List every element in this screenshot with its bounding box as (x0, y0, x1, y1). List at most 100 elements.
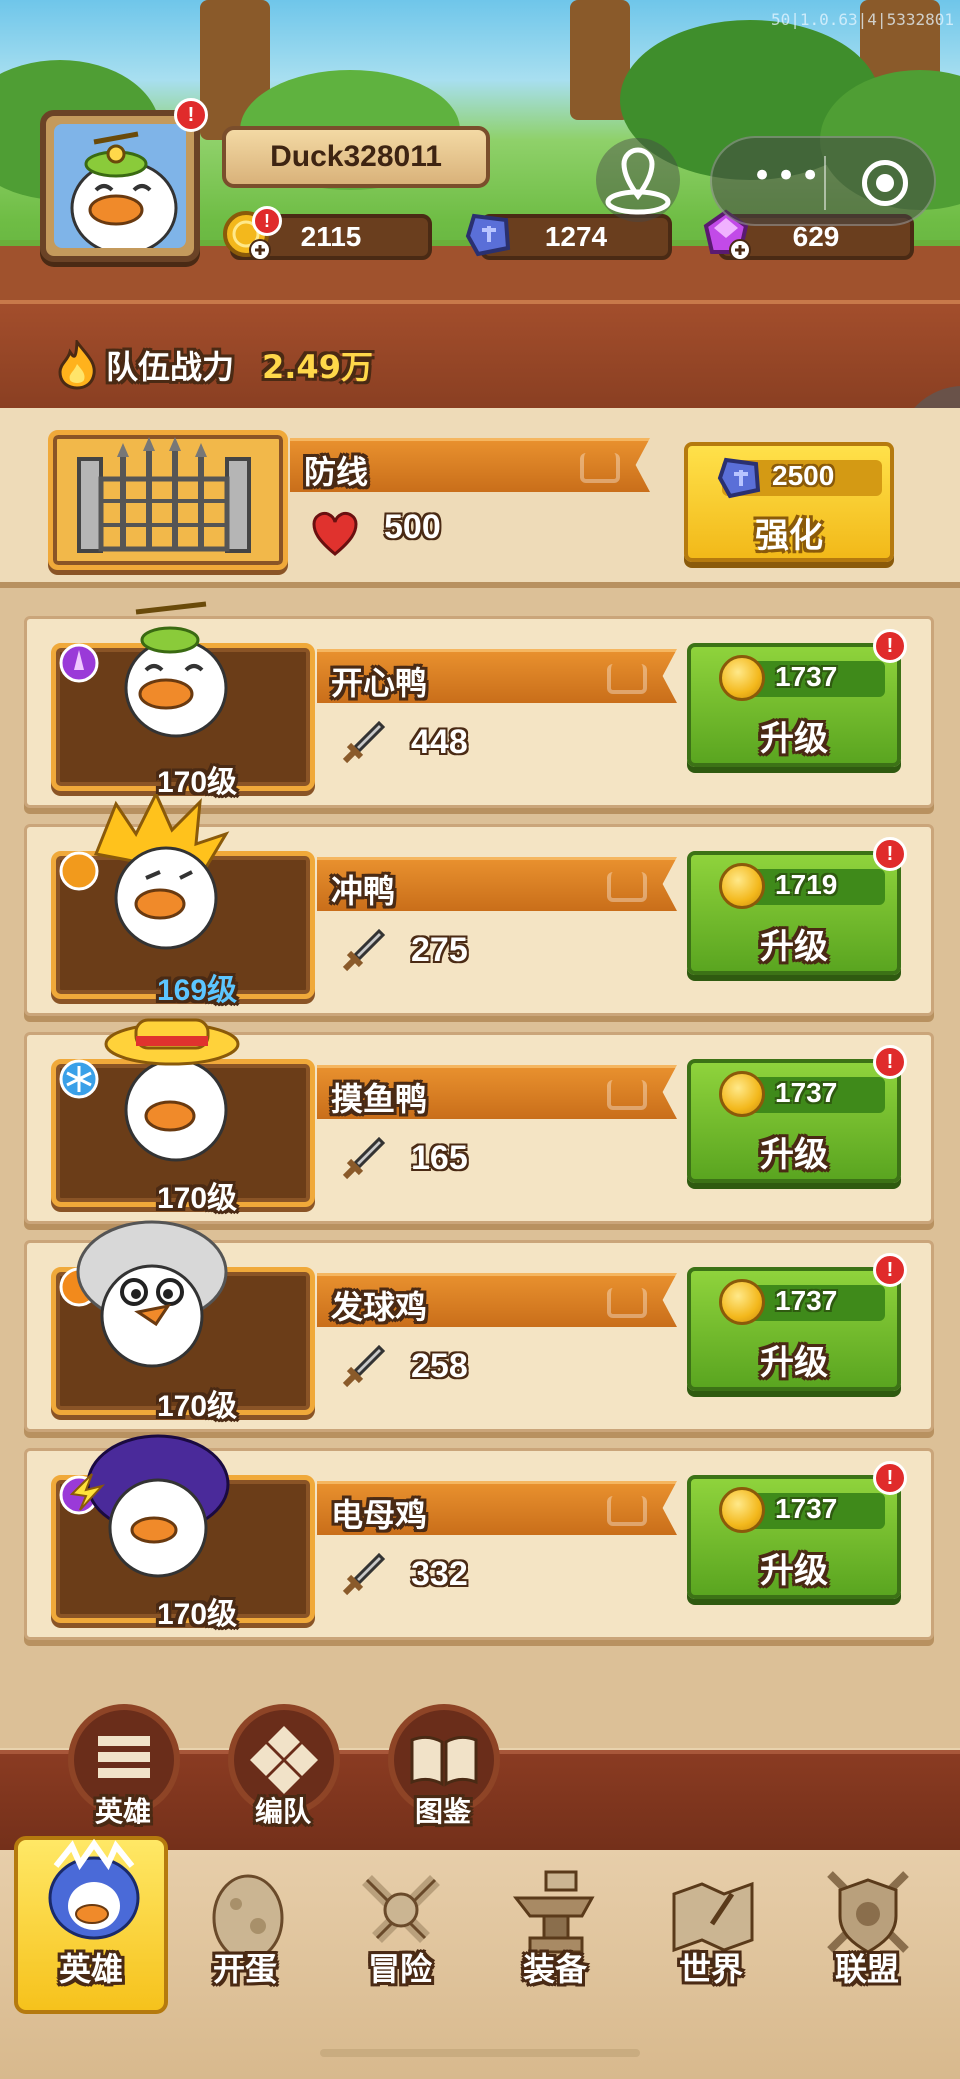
hero-card: 170级 摸鱼鸭 165 1737 升级 ! (24, 1018, 934, 1224)
tab-alliance[interactable]: 联盟 (792, 1850, 942, 2010)
gold-alert-icon: ! (252, 206, 282, 236)
upgrade-button[interactable]: 1737 升级 (687, 1267, 901, 1391)
hero-card: 170级 电母鸡 332 1737 升级 ! (24, 1434, 934, 1640)
straw-hat-duck-icon (104, 1018, 240, 1162)
team-power-value: 2.49万 (262, 348, 373, 386)
upgrade-label: 升级 (760, 1343, 828, 1383)
gold-coin-icon (719, 863, 765, 909)
upgrade-button[interactable]: 1737 升级 (687, 1475, 901, 1599)
upgrade-alert-icon: ! (873, 629, 907, 663)
hero-level: 169级 (156, 974, 238, 1007)
upgrade-label: 升级 (760, 1135, 828, 1175)
upgrade-alert-icon: ! (873, 1045, 907, 1079)
gold-coin-icon (719, 1487, 765, 1533)
ice-element-icon (59, 1059, 99, 1099)
upgrade-alert-icon: ! (873, 1253, 907, 1287)
upgrade-cost: 1737 (775, 1077, 838, 1108)
reinforce-label: 强化 (755, 516, 823, 556)
close-target-icon[interactable] (862, 160, 908, 206)
upgrade-cost: 1737 (775, 661, 838, 692)
flame-icon (58, 340, 96, 390)
mini-program-capsule: ••• (710, 136, 936, 226)
sword-icon (342, 1344, 385, 1388)
more-icon[interactable]: ••• (752, 159, 824, 193)
reinforce-button[interactable]: 2500 强化 (684, 442, 894, 562)
gold-coin-icon (719, 655, 765, 701)
tab-world-label: 世界 (678, 1950, 743, 1988)
hero-name-banner: 发球鸡 (317, 1273, 677, 1327)
hero-name: 摸鱼鸭 (331, 1080, 428, 1118)
sword-icon (342, 928, 385, 972)
upgrade-button[interactable]: 1719 升级 (687, 851, 901, 975)
heart-icon (312, 512, 358, 556)
hero-attack: 332 (411, 1555, 468, 1593)
subnav-heroes-label: 英雄 (94, 1795, 151, 1828)
upgrade-alert-icon: ! (873, 1461, 907, 1495)
home-indicator (320, 2049, 640, 2057)
gold-coin-icon (719, 1071, 765, 1117)
team-power-label: 队伍战力 (106, 348, 235, 386)
defense-hp: 500 (384, 508, 441, 546)
tab-egg-label: 开蛋 (212, 1950, 277, 1988)
hero-card: 170级 发球鸡 258 1737 升级 ! (24, 1220, 934, 1432)
sword-icon (342, 1552, 385, 1596)
sword-icon (342, 720, 385, 764)
defense-card: 防线 500 2500 强化 (0, 408, 960, 588)
hero-name: 开心鸭 (331, 664, 428, 702)
upgrade-label: 升级 (760, 719, 828, 759)
thunder-hen-icon (69, 1434, 230, 1578)
defense-name: 防线 (304, 453, 369, 491)
sword-icon (342, 1136, 385, 1180)
hero-card: 170级 开心鸭 448 1737 升级 ! (24, 601, 934, 808)
hero-icon (48, 1838, 140, 1940)
tab-alliance-label: 联盟 (834, 1950, 899, 1988)
arcane-element-icon (59, 643, 99, 683)
upgrade-alert-icon: ! (873, 837, 907, 871)
defense-portrait (48, 430, 288, 570)
tab-adventure-label: 冒险 (367, 1950, 432, 1988)
tab-equipment-label: 装备 (522, 1950, 587, 1988)
hero-level: 170级 (156, 1182, 238, 1215)
upgrade-cost: 1737 (775, 1493, 838, 1524)
duck-avatar-icon (70, 131, 178, 248)
hero-level: 170级 (156, 1390, 238, 1423)
build-version: 50|1.0.63|4|5332801 (770, 10, 954, 29)
hero-name: 电母鸡 (331, 1496, 428, 1534)
hero-attack: 275 (411, 931, 468, 969)
charge-duck-icon (93, 794, 230, 950)
upgrade-button[interactable]: 1737 升级 (687, 1059, 901, 1183)
hero-level: 170级 (156, 1598, 238, 1631)
team-power-strip: 队伍战力 2.49万 (0, 300, 960, 408)
upgrade-button[interactable]: 1737 升级 (687, 643, 901, 767)
hero-name-banner: 冲鸭 (317, 857, 677, 911)
reinforce-cost: 2500 (772, 460, 835, 491)
hero-attack: 165 (411, 1139, 468, 1177)
hero-name-banner: 摸鱼鸭 (317, 1065, 677, 1119)
gold-coin-icon (719, 1279, 765, 1325)
hero-attack: 448 (411, 723, 468, 761)
tab-equipment[interactable]: 装备 (480, 1850, 630, 2010)
rune-stone-icon (465, 213, 511, 257)
hero-name: 发球鸡 (331, 1288, 428, 1326)
hero-card: 169级 冲鸭 275 1719 升级 ! (24, 794, 934, 1016)
upgrade-cost: 1737 (775, 1285, 838, 1316)
player-avatar[interactable]: ! (40, 98, 208, 262)
rune-stone-icon (717, 457, 761, 499)
gate-icon (77, 437, 251, 553)
tab-adventure[interactable]: 冒险 (325, 1850, 475, 2010)
hero-name: 冲鸭 (331, 872, 396, 910)
hero-attack: 258 (411, 1347, 468, 1385)
tab-heroes-label: 英雄 (58, 1950, 123, 1988)
player-name[interactable]: Duck328011 (222, 126, 490, 188)
hero-name-banner: 电母鸡 (317, 1481, 677, 1535)
location-pin-icon[interactable] (590, 136, 686, 222)
defense-name-banner: 防线 (290, 438, 650, 492)
tab-world[interactable]: 世界 (636, 1850, 786, 2010)
tab-heroes[interactable]: 英雄 (14, 1836, 168, 2014)
upgrade-label: 升级 (760, 1551, 828, 1591)
upgrade-cost: 1719 (775, 869, 838, 900)
serve-chicken-icon (76, 1220, 228, 1368)
upgrade-label: 升级 (760, 927, 828, 967)
tab-egg[interactable]: 开蛋 (170, 1850, 320, 2010)
subnav-formation-label: 编队 (254, 1795, 311, 1828)
